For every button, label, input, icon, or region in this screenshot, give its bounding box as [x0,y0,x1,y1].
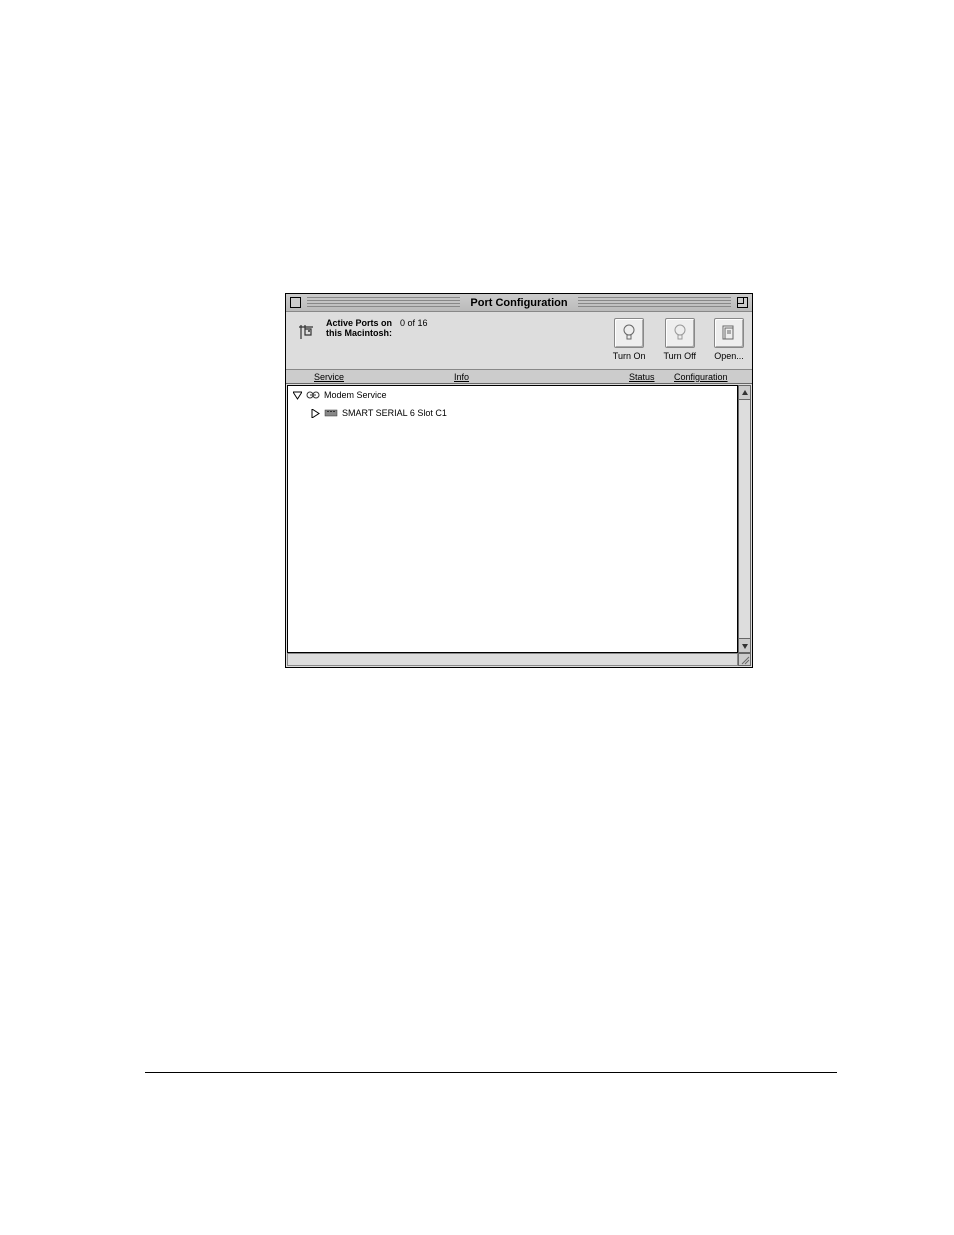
titlebar-stripes [307,297,460,309]
row-label: SMART SERIAL 6 Slot C1 [342,408,447,418]
titlebar-stripes [578,297,731,309]
column-service[interactable]: Service [314,372,454,382]
titlebar[interactable]: Port Configuration [286,294,752,312]
row-label: Modem Service [324,390,387,400]
close-box[interactable] [290,297,301,308]
zoom-box[interactable] [737,297,748,308]
column-status[interactable]: Status [629,372,674,382]
lightbulb-off-icon [672,323,688,343]
document-icon [720,324,738,342]
turn-on-label: Turn On [613,351,646,361]
list-row-smart-serial[interactable]: SMART SERIAL 6 Slot C1 [306,404,737,422]
scroll-down-arrow-icon[interactable] [739,638,750,652]
app-icon [294,320,318,344]
vertical-scrollbar[interactable] [738,385,751,653]
port-configuration-window: Port Configuration Active Ports on this … [285,293,753,668]
bottom-bar [287,653,738,666]
column-info[interactable]: Info [454,372,584,382]
active-ports-count: 0 of 16 [400,318,428,328]
lightbulb-on-icon [621,323,637,343]
list-body: Modem Service SMART SERIAL 6 Slot C1 [287,385,738,653]
column-configuration[interactable]: Configuration [674,372,744,382]
window-title: Port Configuration [464,297,573,309]
active-ports-info: Active Ports on this Macintosh: 0 of 16 [326,318,428,338]
page-footer-rule [145,1072,837,1073]
toolbar: Active Ports on this Macintosh: 0 of 16 … [286,312,752,370]
scroll-up-arrow-icon[interactable] [739,386,750,400]
serial-card-icon [324,406,338,420]
open-button[interactable]: Open... [714,318,744,361]
open-label: Open... [714,351,744,361]
list-header: Service Info Status Configuration [286,370,752,384]
turn-on-button[interactable]: Turn On [613,318,646,361]
modem-service-icon [306,388,320,402]
resize-handle[interactable] [738,653,751,666]
list-row-modem-service[interactable]: Modem Service [288,386,737,404]
turn-off-label: Turn Off [663,351,696,361]
disclosure-open-icon[interactable] [292,390,302,400]
toolbar-buttons: Turn On Turn Off [613,318,744,363]
disclosure-closed-icon[interactable] [310,408,320,418]
turn-off-button[interactable]: Turn Off [663,318,696,361]
active-ports-label-line1: Active Ports on [326,318,392,328]
active-ports-label-line2: this Macintosh: [326,328,392,338]
